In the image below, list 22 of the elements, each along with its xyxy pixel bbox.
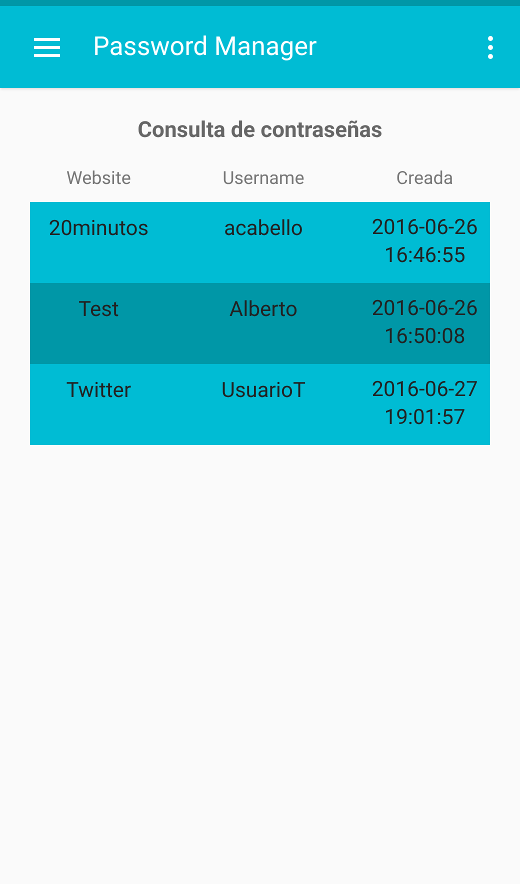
table-cell-text: Twitter bbox=[66, 378, 132, 405]
table-cell-text: Alberto bbox=[229, 297, 298, 324]
table-cell-text: acabello bbox=[224, 216, 303, 243]
column-header: Creada bbox=[396, 167, 454, 191]
menu-icon[interactable] bbox=[34, 38, 60, 56]
more-options-icon[interactable] bbox=[488, 36, 494, 58]
table-cell-text: 2016-06-26 bbox=[372, 215, 478, 242]
table-cell-text: 19:01:57 bbox=[384, 405, 466, 432]
table-cell-text: 2016-06-27 bbox=[372, 377, 478, 404]
table-cell-text: Test bbox=[78, 297, 119, 324]
table-cell-text: 2016-06-26 bbox=[372, 296, 478, 323]
table-cell-text: 20minutos bbox=[48, 216, 149, 243]
page-heading: Consulta de contraseñas bbox=[138, 117, 382, 145]
table-row[interactable]: 20minutos acabello 2016-06-26 16:46:55 bbox=[30, 202, 490, 283]
table-row[interactable]: Test Alberto 2016-06-26 16:50:08 bbox=[30, 283, 490, 364]
column-header: Username bbox=[222, 167, 304, 191]
table-cell-text: UsuarioT bbox=[221, 378, 306, 405]
column-header: Website bbox=[66, 167, 131, 191]
table-cell-text: 16:46:55 bbox=[384, 243, 466, 270]
table-row[interactable]: Twitter UsuarioT 2016-06-27 19:01:57 bbox=[30, 364, 490, 445]
app-title: Password Manager bbox=[93, 30, 318, 64]
table-cell-text: 16:50:08 bbox=[384, 324, 466, 351]
